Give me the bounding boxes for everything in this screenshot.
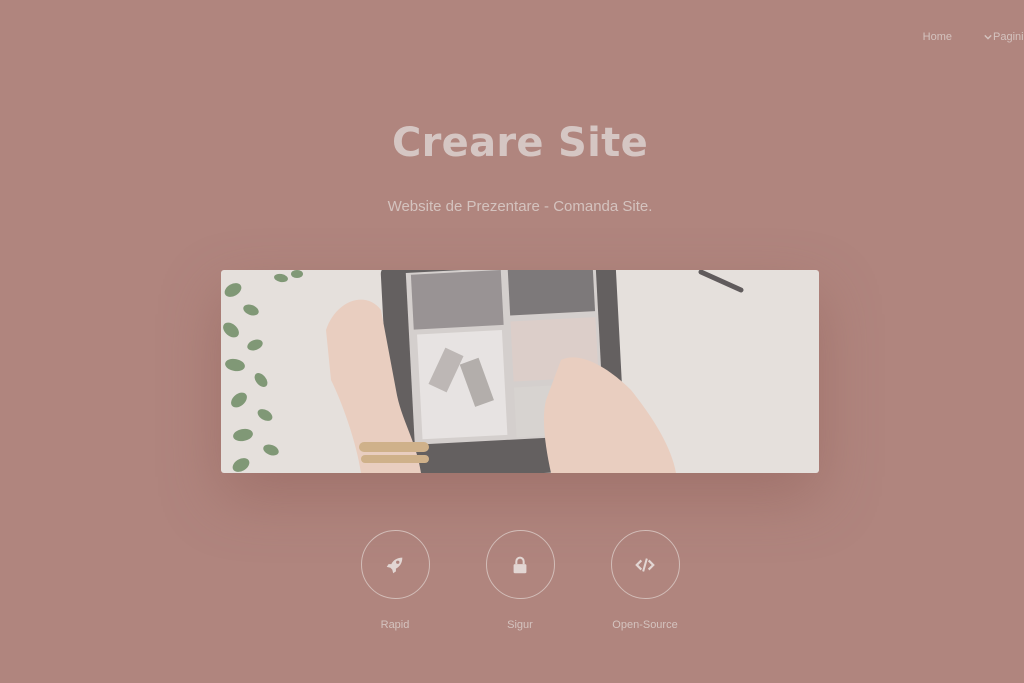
page-subtitle: Website de Prezentare - Comanda Site. [387,198,653,215]
top-nav: Home Pagini [923,29,1024,45]
rocket-icon [386,557,403,573]
code-icon [635,557,655,572]
feature-rapid-label: Rapid [380,619,410,631]
page-title: Creare Site [391,120,649,166]
hero-image [221,270,819,473]
feature-open-source-circle [610,530,680,599]
feature-open-source: Open-Source [610,530,680,631]
feature-rapid: Rapid [360,530,430,631]
feature-sigur: Sigur [485,530,555,631]
lock-icon [513,556,527,573]
nav-home-link[interactable]: Home [923,31,952,43]
feature-sigur-label: Sigur [507,619,533,631]
nav-pages-dropdown[interactable]: Pagini [984,31,1024,43]
nav-pages-label: Pagini [993,31,1024,43]
feature-open-source-label: Open-Source [612,619,678,631]
feature-rapid-circle [360,530,430,599]
features-row: Rapid Sigur Open-Source [360,530,680,640]
chevron-down-icon [984,34,992,40]
feature-sigur-circle [485,530,555,599]
